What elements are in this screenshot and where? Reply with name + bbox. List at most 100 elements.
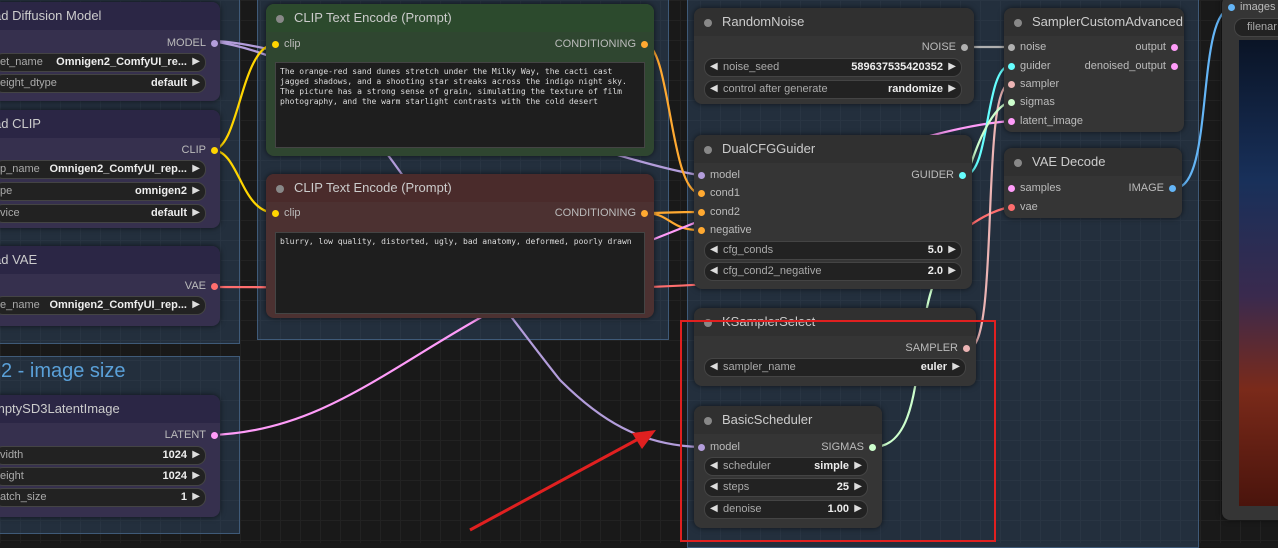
collapse-dot-icon[interactable] xyxy=(1014,19,1022,27)
input-dot[interactable] xyxy=(1008,81,1015,88)
output-vae[interactable]: VAE xyxy=(185,280,220,292)
input-dot[interactable] xyxy=(698,190,705,197)
negative-prompt-textarea[interactable]: blurry, low quality, distorted, ugly, ba… xyxy=(275,232,645,314)
image-preview[interactable] xyxy=(1239,40,1278,506)
output-denoised[interactable]: denoised_output xyxy=(1085,60,1180,72)
input-vae[interactable]: vae xyxy=(1006,201,1038,213)
arrow-right-icon[interactable]: ▶ xyxy=(948,244,956,255)
output-dot[interactable] xyxy=(961,44,968,51)
output-output[interactable]: output xyxy=(1135,41,1180,53)
arrow-right-icon[interactable]: ▶ xyxy=(192,56,200,67)
arrow-right-icon[interactable]: ▶ xyxy=(192,491,200,502)
output-dot[interactable] xyxy=(959,172,966,179)
node-save-image[interactable]: images filenar xyxy=(1222,0,1278,520)
prompt-textarea[interactable]: The orange-red sand dunes stretch under … xyxy=(275,62,645,148)
arrow-left-icon[interactable]: ◀ xyxy=(710,83,718,94)
output-noise[interactable]: NOISE xyxy=(922,41,970,53)
arrow-right-icon[interactable]: ▶ xyxy=(948,265,956,276)
node-load-diffusion-model[interactable]: ad Diffusion Model MODEL et_name Omnigen… xyxy=(0,2,220,101)
node-title-bar[interactable]: CLIP Text Encode (Prompt) xyxy=(266,174,654,202)
node-title-bar[interactable]: SamplerCustomAdvanced xyxy=(1004,8,1184,36)
input-latent-image[interactable]: latent_image xyxy=(1006,115,1083,127)
input-guider[interactable]: guider xyxy=(1006,60,1051,72)
widget-cfg-cond2-negative[interactable]: ◀ cfg_cond2_negative 2.0 ▶ xyxy=(704,262,962,281)
node-title-bar[interactable]: ad Diffusion Model xyxy=(0,2,220,30)
node-random-noise[interactable]: RandomNoise NOISE ◀ noise_seed 589637535… xyxy=(694,8,974,104)
input-images[interactable]: images xyxy=(1226,1,1275,13)
widget-control-after-generate[interactable]: ◀ control after generate randomize ▶ xyxy=(704,80,962,99)
input-negative[interactable]: negative xyxy=(696,224,752,236)
arrow-right-icon[interactable]: ▶ xyxy=(948,61,956,72)
arrow-right-icon[interactable]: ▶ xyxy=(192,207,200,218)
widget-width[interactable]: vidth 1024 ▶ xyxy=(0,446,206,465)
output-guider[interactable]: GUIDER xyxy=(911,169,968,181)
output-dot[interactable] xyxy=(211,147,218,154)
output-conditioning[interactable]: CONDITIONING xyxy=(555,207,650,219)
output-dot[interactable] xyxy=(211,283,218,290)
output-conditioning[interactable]: CONDITIONING xyxy=(555,38,650,50)
input-clip[interactable]: clip xyxy=(270,207,301,219)
input-sigmas[interactable]: sigmas xyxy=(1006,96,1055,108)
input-model[interactable]: model xyxy=(696,169,740,181)
widget-height[interactable]: eight 1024 ▶ xyxy=(0,467,206,486)
input-cond1[interactable]: cond1 xyxy=(696,187,740,199)
arrow-left-icon[interactable]: ◀ xyxy=(710,265,718,276)
node-load-vae[interactable]: ad VAE VAE e_name Omnigen2_ComfyUI_rep..… xyxy=(0,246,220,326)
node-title-bar[interactable]: CLIP Text Encode (Prompt) xyxy=(266,4,654,32)
widget-unet-name[interactable]: et_name Omnigen2_ComfyUI_re... ▶ xyxy=(0,53,206,72)
node-dual-cfg-guider[interactable]: DualCFGGuider model cond1 cond2 negative… xyxy=(694,135,972,289)
widget-weight-dtype[interactable]: eight_dtype default ▶ xyxy=(0,74,206,93)
input-clip[interactable]: clip xyxy=(270,38,301,50)
arrow-left-icon[interactable]: ◀ xyxy=(710,244,718,255)
output-dot[interactable] xyxy=(1171,63,1178,70)
widget-cfg-conds[interactable]: ◀ cfg_conds 5.0 ▶ xyxy=(704,241,962,260)
collapse-dot-icon[interactable] xyxy=(276,185,284,193)
arrow-right-icon[interactable]: ▶ xyxy=(192,163,200,174)
collapse-dot-icon[interactable] xyxy=(704,146,712,154)
widget-noise-seed[interactable]: ◀ noise_seed 589637535420352 ▶ xyxy=(704,58,962,77)
widget-batch-size[interactable]: atch_size 1 ▶ xyxy=(0,488,206,507)
output-latent[interactable]: LATENT xyxy=(165,429,220,441)
arrow-right-icon[interactable]: ▶ xyxy=(192,299,200,310)
output-dot[interactable] xyxy=(211,432,218,439)
node-title-bar[interactable]: ad CLIP xyxy=(0,110,220,138)
input-dot[interactable] xyxy=(272,41,279,48)
input-dot[interactable] xyxy=(1008,118,1015,125)
arrow-right-icon[interactable]: ▶ xyxy=(192,77,200,88)
input-dot[interactable] xyxy=(1008,204,1015,211)
arrow-right-icon[interactable]: ▶ xyxy=(192,470,200,481)
output-dot[interactable] xyxy=(641,41,648,48)
input-dot[interactable] xyxy=(698,172,705,179)
input-cond2[interactable]: cond2 xyxy=(696,206,740,218)
node-title-bar[interactable]: mptySD3LatentImage xyxy=(0,395,220,423)
node-clip-text-encode-positive[interactable]: CLIP Text Encode (Prompt) clip CONDITION… xyxy=(266,4,654,156)
widget-clip-device[interactable]: vice default ▶ xyxy=(0,204,206,223)
input-dot[interactable] xyxy=(698,209,705,216)
collapse-dot-icon[interactable] xyxy=(276,15,284,23)
arrow-right-icon[interactable]: ▶ xyxy=(192,185,200,196)
input-dot[interactable] xyxy=(1008,99,1015,106)
node-clip-text-encode-negative[interactable]: CLIP Text Encode (Prompt) clip CONDITION… xyxy=(266,174,654,318)
input-dot[interactable] xyxy=(1008,63,1015,70)
output-dot[interactable] xyxy=(641,210,648,217)
input-dot[interactable] xyxy=(272,210,279,217)
input-dot[interactable] xyxy=(698,227,705,234)
output-dot[interactable] xyxy=(211,40,218,47)
widget-clip-name[interactable]: p_name Omnigen2_ComfyUI_rep... ▶ xyxy=(0,160,206,179)
input-dot[interactable] xyxy=(1008,44,1015,51)
output-model[interactable]: MODEL xyxy=(167,37,220,49)
node-title-bar[interactable]: RandomNoise xyxy=(694,8,974,36)
input-dot[interactable] xyxy=(1228,4,1235,11)
arrow-right-icon[interactable]: ▶ xyxy=(192,449,200,460)
node-title-bar[interactable]: ad VAE xyxy=(0,246,220,274)
input-sampler[interactable]: sampler xyxy=(1006,78,1059,90)
arrow-right-icon[interactable]: ▶ xyxy=(948,83,956,94)
input-noise[interactable]: noise xyxy=(1006,41,1046,53)
node-load-clip[interactable]: ad CLIP CLIP p_name Omnigen2_ComfyUI_rep… xyxy=(0,110,220,228)
input-samples[interactable]: samples xyxy=(1006,182,1061,194)
node-title-bar[interactable]: DualCFGGuider xyxy=(694,135,972,163)
output-dot[interactable] xyxy=(1171,44,1178,51)
input-dot[interactable] xyxy=(1008,185,1015,192)
node-empty-latent[interactable]: mptySD3LatentImage LATENT vidth 1024 ▶ e… xyxy=(0,395,220,517)
node-sampler-custom-advanced[interactable]: SamplerCustomAdvanced noise guider sampl… xyxy=(1004,8,1184,132)
